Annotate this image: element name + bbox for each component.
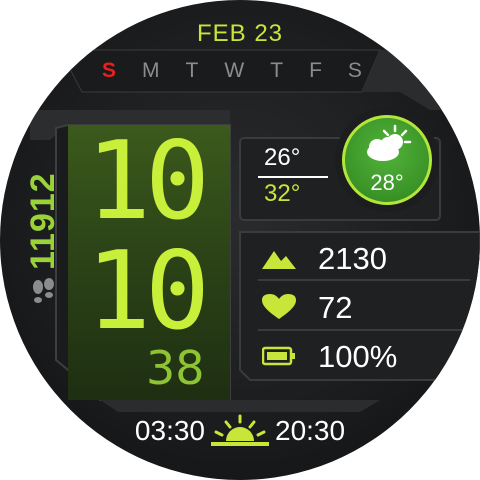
weekday-strip: S M T W T F S [102, 60, 362, 81]
footsteps-icon [33, 278, 54, 303]
time-minutes: 10 [86, 229, 210, 354]
weekday-tue: T [185, 59, 199, 82]
battery-row[interactable]: 100% [262, 336, 462, 376]
steps-complication[interactable]: 11912 [22, 152, 66, 272]
temperature-divider [258, 176, 328, 178]
current-temperature: 28° [370, 170, 404, 195]
sun-times: 03:30 20:30 [0, 414, 480, 448]
weekday-sun: S [102, 59, 117, 82]
temperature-high: 32° [264, 180, 301, 207]
sunset-time: 20:30 [275, 415, 346, 446]
heart-rate-row[interactable]: 72 [262, 287, 462, 327]
battery-value: 100% [318, 338, 398, 374]
weekday-fri: F [309, 59, 322, 82]
mountain-icon [262, 251, 296, 269]
elevation-row[interactable]: 2130 [262, 238, 462, 278]
temperature-low: 26° [264, 144, 301, 171]
elevation-value: 2130 [318, 240, 387, 276]
steps-value: 11912 [24, 172, 62, 270]
weekday-thu: T [270, 59, 284, 82]
sunrise-icon [211, 414, 269, 446]
date-label: FEB 23 [196, 20, 284, 47]
time-seconds: 38 [146, 341, 205, 395]
partly-cloudy-icon [367, 124, 412, 161]
weekday-wed: W [224, 59, 245, 82]
sunrise-time: 03:30 [134, 415, 205, 446]
weather-complication[interactable]: 28° [342, 115, 432, 205]
weekday-mon: M [142, 59, 160, 82]
temperature-range: 26° 32° [244, 140, 334, 210]
watch-face: FEB 23 S M T W T F S 10 10 38 11912 26° … [0, 0, 480, 480]
heart-icon [262, 294, 296, 319]
time-hours: 10 [86, 119, 210, 244]
heart-rate-value: 72 [318, 289, 353, 325]
battery-icon [262, 346, 295, 366]
weekday-sat: S [347, 59, 362, 82]
